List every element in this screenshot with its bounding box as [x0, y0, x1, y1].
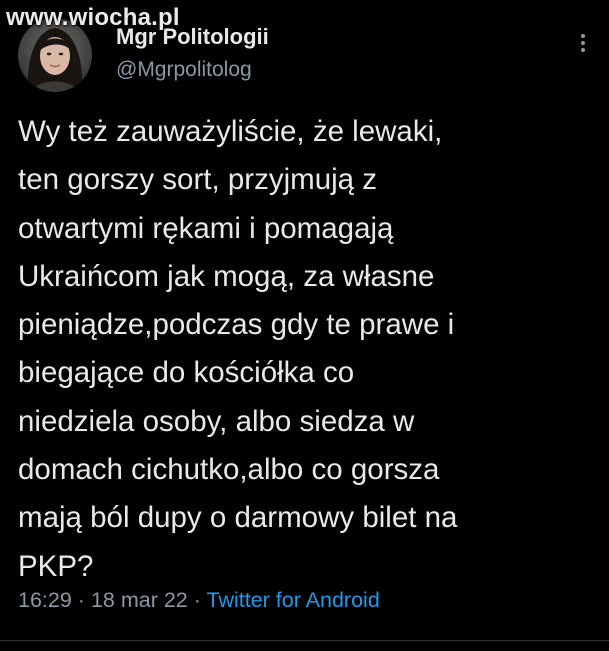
- watermark: www.wiocha.pl: [6, 4, 180, 31]
- tweet-card: www.wiocha.pl Mgr Politologii @Mgrpolito…: [0, 0, 609, 651]
- tweet-date[interactable]: 18 mar 22: [91, 588, 188, 612]
- dot: [581, 34, 585, 38]
- author-handle[interactable]: @Mgrpolitolog: [116, 58, 252, 82]
- meta-separator: ·: [193, 588, 201, 612]
- tweet-source-link[interactable]: Twitter for Android: [207, 588, 380, 612]
- more-vertical-icon[interactable]: [573, 28, 593, 58]
- dot: [581, 48, 585, 52]
- tweet-meta: 16:29 · 18 mar 22 · Twitter for Android: [18, 588, 380, 613]
- tweet-text: Wy też zauważyliście, że lewaki, ten gor…: [18, 115, 458, 583]
- meta-separator: ·: [77, 588, 85, 612]
- divider: [0, 640, 609, 641]
- tweet-time[interactable]: 16:29: [18, 588, 72, 612]
- dot: [581, 41, 585, 45]
